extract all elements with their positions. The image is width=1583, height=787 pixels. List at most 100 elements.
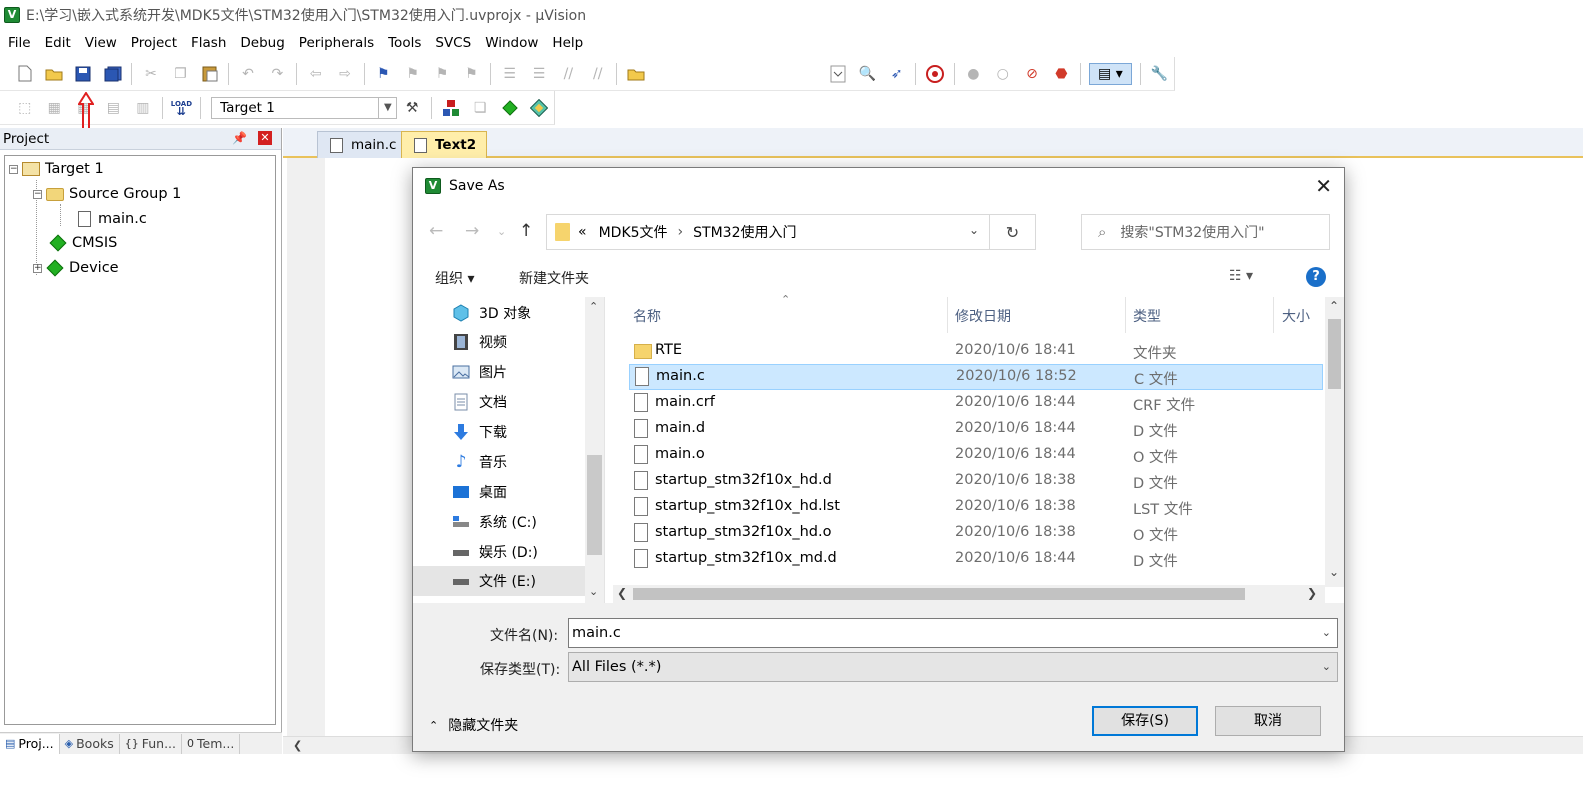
incremental-find-icon[interactable]: ➶	[886, 63, 907, 85]
column-date[interactable]: 修改日期	[955, 306, 1011, 326]
file-list-vertical-scrollbar[interactable]: ⌃ ⌄	[1325, 297, 1344, 587]
target-select[interactable]: Target 1 ▼	[211, 96, 398, 119]
batch-build-icon[interactable]: ▤	[103, 97, 125, 119]
file-list-horizontal-scrollbar[interactable]: ❮ ❯	[613, 585, 1325, 603]
menu-debug[interactable]: Debug	[240, 35, 292, 51]
save-button[interactable]: 保存(S)	[1092, 706, 1198, 736]
save-icon[interactable]	[73, 63, 94, 85]
window-layout-icon[interactable]: ▤ ▾	[1089, 62, 1132, 85]
menu-edit[interactable]: Edit	[45, 35, 79, 51]
nav-item-documents[interactable]: 文档	[451, 387, 507, 417]
find-in-files-icon[interactable]	[625, 63, 646, 85]
tab-books[interactable]: ◈ Books	[60, 733, 120, 754]
copy-icon[interactable]: ❐	[170, 63, 191, 85]
navigate-back-icon[interactable]: ⇦	[305, 63, 326, 85]
clear-bookmarks-icon[interactable]: ⚑	[461, 63, 482, 85]
file-row[interactable]: startup_stm32f10x_hd.o 2020/10/6 18:38 O…	[629, 521, 1323, 547]
indent-icon[interactable]: ☰	[499, 63, 520, 85]
scroll-up-icon[interactable]: ⌃	[1329, 299, 1339, 313]
menu-help[interactable]: Help	[552, 35, 591, 51]
nav-item-music[interactable]: ♪ 音乐	[451, 447, 507, 477]
breakpoint-icon[interactable]: ●	[963, 63, 984, 85]
close-icon[interactable]: ✕	[1315, 174, 1332, 198]
nav-item-drive-c[interactable]: 系统 (C:)	[451, 507, 537, 537]
menu-tools[interactable]: Tools	[388, 35, 429, 51]
cancel-button[interactable]: 取消	[1215, 706, 1321, 736]
file-row[interactable]: RTE 2020/10/6 18:41 文件夹	[629, 339, 1323, 365]
nav-item-downloads[interactable]: 下载	[451, 417, 507, 447]
tree-node-target[interactable]: − Target 1	[9, 158, 104, 180]
expand-icon[interactable]: +	[33, 263, 42, 273]
back-arrow-icon[interactable]: ←	[429, 221, 443, 241]
nav-pane-scrollbar[interactable]: ⌃ ⌄	[585, 297, 604, 603]
chevron-down-icon[interactable]: ⌄	[969, 223, 979, 237]
paste-icon[interactable]	[199, 63, 220, 85]
file-row[interactable]: main.crf 2020/10/6 18:44 CRF 文件	[629, 391, 1323, 417]
debug-session-icon[interactable]	[924, 63, 945, 85]
run-time-environment-icon[interactable]	[499, 97, 521, 119]
stop-build-icon[interactable]: ▥	[132, 97, 154, 119]
find-dropdown-icon[interactable]	[827, 63, 848, 85]
nav-item-pictures[interactable]: 图片	[451, 357, 507, 387]
menu-window[interactable]: Window	[485, 35, 546, 51]
tab-templates[interactable]: 0 Tem...	[182, 733, 241, 754]
menu-flash[interactable]: Flash	[191, 35, 234, 51]
menu-svcs[interactable]: SVCS	[435, 35, 479, 51]
new-folder-button[interactable]: 新建文件夹	[519, 268, 589, 288]
file-row[interactable]: startup_stm32f10x_hd.d 2020/10/6 18:38 D…	[629, 469, 1323, 495]
comment-icon[interactable]: //	[558, 63, 579, 85]
navigate-forward-icon[interactable]: ⇨	[334, 63, 355, 85]
configuration-wrench-icon[interactable]: 🔧	[1149, 63, 1170, 85]
clear-breakpoints-icon[interactable]: ⬣	[1051, 63, 1072, 85]
undo-icon[interactable]: ↶	[237, 63, 258, 85]
new-file-icon[interactable]	[14, 63, 35, 85]
open-folder-icon[interactable]	[43, 63, 64, 85]
column-divider[interactable]	[1125, 297, 1126, 333]
tab-functions[interactable]: {} Fun...	[120, 733, 183, 754]
scroll-left-icon[interactable]: ❮	[617, 586, 627, 600]
tab-text2[interactable]: Text2	[401, 131, 488, 158]
build-icon[interactable]: ▦	[44, 97, 66, 119]
bookmark-icon[interactable]: ⚑	[373, 63, 394, 85]
column-divider[interactable]	[947, 297, 948, 333]
kill-breakpoints-icon[interactable]: ⊘	[1021, 63, 1042, 85]
tab-main-c[interactable]: main.c	[317, 131, 408, 158]
nav-item-desktop[interactable]: 桌面	[451, 477, 507, 507]
filename-input[interactable]: main.c ⌄	[568, 618, 1338, 648]
save-all-icon[interactable]	[102, 63, 123, 85]
column-size[interactable]: 大小	[1282, 306, 1310, 326]
manage-components-icon[interactable]: ❏	[469, 97, 491, 119]
recent-locations-icon[interactable]: ⌄	[497, 225, 506, 238]
cut-icon[interactable]: ✂	[140, 63, 161, 85]
download-load-icon[interactable]: LOAD ⇊	[171, 97, 193, 119]
tree-node-source-group[interactable]: − Source Group 1	[33, 183, 181, 205]
scroll-down-icon[interactable]: ⌄	[1329, 565, 1339, 579]
uncomment-icon[interactable]: //	[587, 63, 608, 85]
column-type[interactable]: 类型	[1133, 306, 1161, 326]
nav-item-3d-objects[interactable]: 3D 对象	[451, 298, 531, 328]
column-divider[interactable]	[1273, 297, 1274, 333]
disable-breakpoint-icon[interactable]: ○	[992, 63, 1013, 85]
column-name[interactable]: 名称	[633, 306, 661, 326]
tab-project[interactable]: ▤ Proj...	[0, 733, 60, 754]
chevron-down-icon[interactable]: ⌄	[1322, 653, 1331, 681]
file-row[interactable]: main.d 2020/10/6 18:44 D 文件	[629, 417, 1323, 443]
tree-node-main-c[interactable]: main.c	[75, 208, 147, 230]
breadcrumb-stm32[interactable]: STM32使用入门	[693, 222, 796, 242]
scrollbar-thumb[interactable]	[1328, 319, 1341, 389]
file-row[interactable]: startup_stm32f10x_hd.lst 2020/10/6 18:38…	[629, 495, 1323, 521]
scroll-right-icon[interactable]: ❯	[1307, 586, 1317, 600]
hide-folders-toggle[interactable]: ⌃ 隐藏文件夹	[429, 715, 518, 735]
target-options-icon[interactable]: ⚒	[401, 97, 423, 119]
redo-icon[interactable]: ↷	[267, 63, 288, 85]
scrollbar-thumb[interactable]	[587, 455, 602, 555]
menu-peripherals[interactable]: Peripherals	[299, 35, 382, 51]
forward-arrow-icon[interactable]: →	[465, 221, 479, 241]
organize-button[interactable]: 组织 ▾	[435, 268, 474, 288]
menu-view[interactable]: View	[85, 35, 125, 51]
breadcrumb-overflow[interactable]: «	[578, 224, 587, 240]
nav-item-drive-e[interactable]: 文件 (E:)	[413, 566, 585, 596]
close-icon[interactable]: ✕	[258, 131, 272, 145]
chevron-down-icon[interactable]: ⌄	[1322, 619, 1331, 647]
search-input[interactable]: ⌕ 搜索"STM32使用入门"	[1081, 214, 1330, 250]
